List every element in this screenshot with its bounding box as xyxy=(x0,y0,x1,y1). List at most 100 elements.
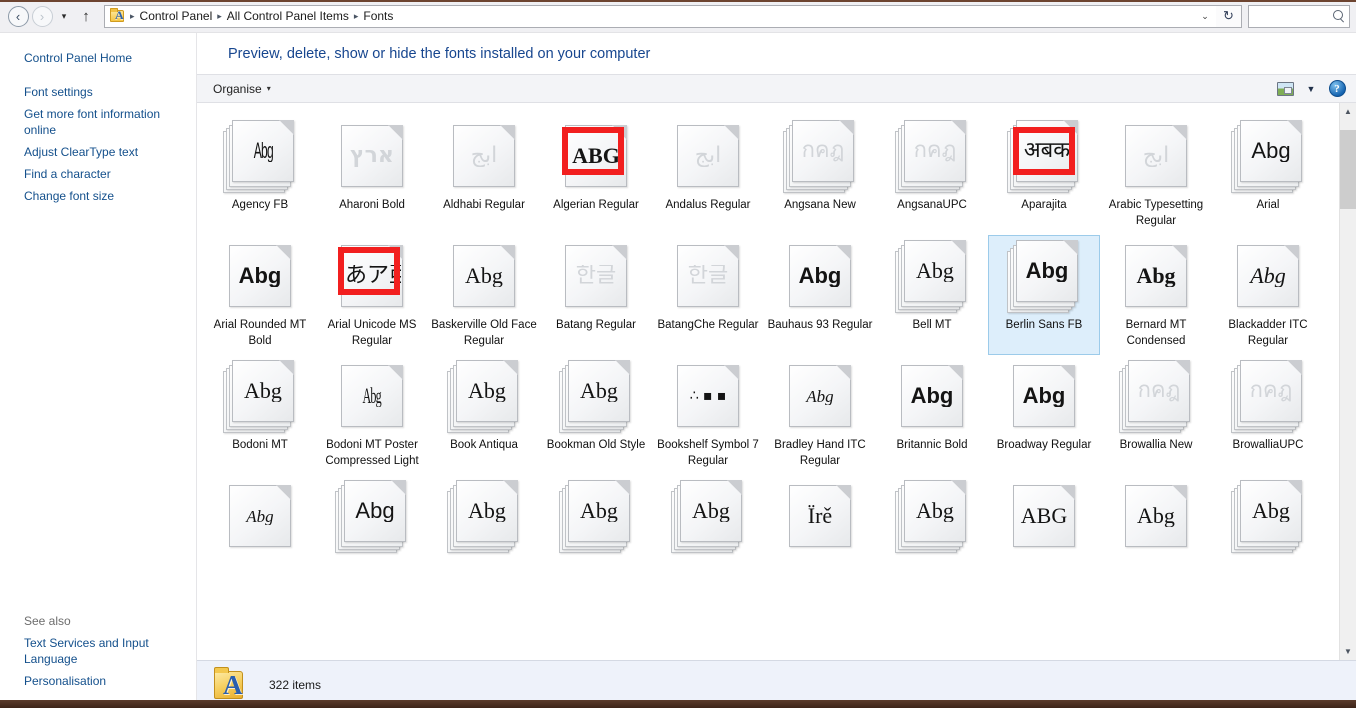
font-name-label: Arial Unicode MS Regular xyxy=(327,319,417,347)
breadcrumb-item-all-control-panel-items[interactable]: All Control Panel Items xyxy=(224,8,352,24)
see-also-section: See also Text Services and Input Languag… xyxy=(0,614,196,708)
font-tile[interactable]: Abg Bodoni MT Poster Compressed Light xyxy=(316,355,428,475)
font-tile[interactable]: ABG Algerian Regular xyxy=(540,115,652,235)
font-name-label: Browallia New xyxy=(1119,439,1193,451)
change-view-button[interactable] xyxy=(1272,78,1298,100)
font-sheet-front: Abg xyxy=(453,245,515,307)
font-tile[interactable]: Abg Bodoni MT xyxy=(204,355,316,475)
font-tile[interactable]: ארץ Aharoni Bold xyxy=(316,115,428,235)
font-preview-glyph: Abg xyxy=(1025,260,1069,282)
task-link-font-settings[interactable]: Font settings xyxy=(0,81,190,103)
font-sheet-front: أبج xyxy=(1125,125,1187,187)
font-preview-icon: あア亜 xyxy=(335,239,409,313)
font-sheet-front: Abg xyxy=(789,245,851,307)
breadcrumb-separator-2[interactable]: ▸ xyxy=(352,11,361,22)
breadcrumb-item-fonts[interactable]: Fonts xyxy=(360,8,396,24)
font-tile[interactable]: กคฎ AngsanaUPC xyxy=(876,115,988,235)
font-tile[interactable]: أبج Andalus Regular xyxy=(652,115,764,235)
font-name-label: Algerian Regular xyxy=(553,199,639,211)
font-preview-icon: Abg xyxy=(1231,239,1305,313)
font-tile[interactable]: Ïrě xyxy=(764,475,876,564)
font-name-label: Agency FB xyxy=(231,199,289,211)
font-preview-icon: กคฎ xyxy=(1119,359,1193,433)
desktop-taskbar-edge xyxy=(0,700,1356,708)
font-tile[interactable]: Abg xyxy=(876,475,988,564)
up-one-level-button[interactable]: ↑ xyxy=(74,4,98,28)
font-tile[interactable]: ABG xyxy=(988,475,1100,564)
font-tile[interactable]: ∴ ▪ ▪ Bookshelf Symbol 7 Regular xyxy=(652,355,764,475)
scroll-up-button[interactable]: ▲ xyxy=(1339,103,1356,120)
task-link-control-panel-home[interactable]: Control Panel Home xyxy=(0,47,190,69)
task-link-adjust-cleartype-text[interactable]: Adjust ClearType text xyxy=(0,141,190,163)
font-preview-glyph: Abg xyxy=(244,380,282,402)
font-tile[interactable]: กคฎ Browallia New xyxy=(1100,355,1212,475)
font-preview-icon: أبج xyxy=(447,119,521,193)
font-tile[interactable]: Abg Blackadder ITC Regular xyxy=(1212,235,1324,355)
font-tile[interactable]: Abg xyxy=(428,475,540,564)
search-box[interactable] xyxy=(1248,4,1350,28)
scroll-down-button[interactable]: ▼ xyxy=(1339,643,1356,660)
font-tile[interactable]: Abg Arial xyxy=(1212,115,1324,235)
breadcrumb-item-control-panel[interactable]: Control Panel xyxy=(137,8,216,24)
font-tile[interactable]: กคฎ BrowalliaUPC xyxy=(1212,355,1324,475)
vertical-scrollbar[interactable]: ▲ ▼ xyxy=(1339,103,1356,660)
font-tile[interactable]: Abg Bookman Old Style xyxy=(540,355,652,475)
back-button[interactable]: ‹ xyxy=(6,4,30,28)
font-sheet-front: Abg xyxy=(1013,365,1075,427)
scrollbar-thumb[interactable] xyxy=(1339,130,1356,209)
font-tile[interactable]: अबक Aparajita xyxy=(988,115,1100,235)
font-tile[interactable]: Abg Bernard MT Condensed xyxy=(1100,235,1212,355)
font-tile[interactable]: Abg xyxy=(1212,475,1324,564)
font-tile[interactable]: أبج Arabic Typesetting Regular xyxy=(1100,115,1212,235)
font-tile[interactable]: Abg xyxy=(540,475,652,564)
breadcrumb[interactable]: A ▸ Control Panel ▸ All Control Panel It… xyxy=(104,4,1217,28)
font-tile[interactable]: Abg Berlin Sans FB xyxy=(988,235,1100,355)
font-tile[interactable]: Abg Britannic Bold xyxy=(876,355,988,475)
forward-button[interactable]: › xyxy=(30,4,54,28)
font-tile[interactable]: 한글 BatangChe Regular xyxy=(652,235,764,355)
font-preview-glyph: ארץ xyxy=(350,145,394,167)
search-input[interactable] xyxy=(1253,9,1332,23)
view-options-dropdown-button[interactable]: ▼ xyxy=(1298,78,1324,100)
recent-locations-button[interactable]: ▾ xyxy=(54,4,74,28)
breadcrumb-separator-1[interactable]: ▸ xyxy=(215,11,224,22)
font-tile[interactable]: Abg Bradley Hand ITC Regular xyxy=(764,355,876,475)
font-tile[interactable]: أبج Aldhabi Regular xyxy=(428,115,540,235)
font-preview-glyph: Abg xyxy=(468,380,506,402)
font-preview-icon: Abg xyxy=(895,359,969,433)
font-tile[interactable]: Abg Bauhaus 93 Regular xyxy=(764,235,876,355)
font-tile[interactable]: あア亜 Arial Unicode MS Regular xyxy=(316,235,428,355)
font-preview-glyph: Abg xyxy=(246,507,274,525)
task-link-find-a-character[interactable]: Find a character xyxy=(0,163,190,185)
help-button[interactable]: ? xyxy=(1324,78,1350,100)
font-preview-icon: Abg xyxy=(447,239,521,313)
task-link-get-more-font-information-online[interactable]: Get more font information online xyxy=(0,103,190,141)
font-tile[interactable]: Abg Baskerville Old Face Regular xyxy=(428,235,540,355)
scrollbar-track[interactable] xyxy=(1339,120,1356,643)
breadcrumb-history-chevron-down-icon[interactable]: ⌄ xyxy=(1196,6,1214,27)
font-preview-icon: Abg xyxy=(895,239,969,313)
font-tile[interactable]: กคฎ Angsana New xyxy=(764,115,876,235)
font-tile[interactable]: Abg Arial Rounded MT Bold xyxy=(204,235,316,355)
font-tile[interactable]: Abg Broadway Regular xyxy=(988,355,1100,475)
font-tile[interactable]: Abg Agency FB xyxy=(204,115,316,235)
organise-button[interactable]: Organise ▾ xyxy=(207,80,277,98)
font-sheet-front: กคฎ xyxy=(1240,360,1302,422)
font-tile[interactable]: Abg xyxy=(1100,475,1212,564)
font-tile[interactable]: Abg xyxy=(204,475,316,564)
font-tile[interactable]: Abg xyxy=(316,475,428,564)
font-tile[interactable]: 한글 Batang Regular xyxy=(540,235,652,355)
font-tile[interactable]: Abg Bell MT xyxy=(876,235,988,355)
breadcrumb-separator-0[interactable]: ▸ xyxy=(128,11,137,22)
task-link-personalisation[interactable]: Personalisation xyxy=(0,670,190,692)
task-link-text-services-and-input-language[interactable]: Text Services and Input Language xyxy=(0,632,190,670)
font-sheet-front: ABG xyxy=(565,125,627,187)
page-title: Preview, delete, show or hide the fonts … xyxy=(197,33,1356,74)
font-tile[interactable]: Abg xyxy=(652,475,764,564)
font-preview-icon: ∴ ▪ ▪ xyxy=(671,359,745,433)
font-preview-glyph: Abg xyxy=(468,500,506,522)
task-link-change-font-size[interactable]: Change font size xyxy=(0,185,190,207)
font-sheet-front: Abg xyxy=(456,360,518,422)
font-tile[interactable]: Abg Book Antiqua xyxy=(428,355,540,475)
refresh-button[interactable]: ↻ xyxy=(1216,4,1242,28)
